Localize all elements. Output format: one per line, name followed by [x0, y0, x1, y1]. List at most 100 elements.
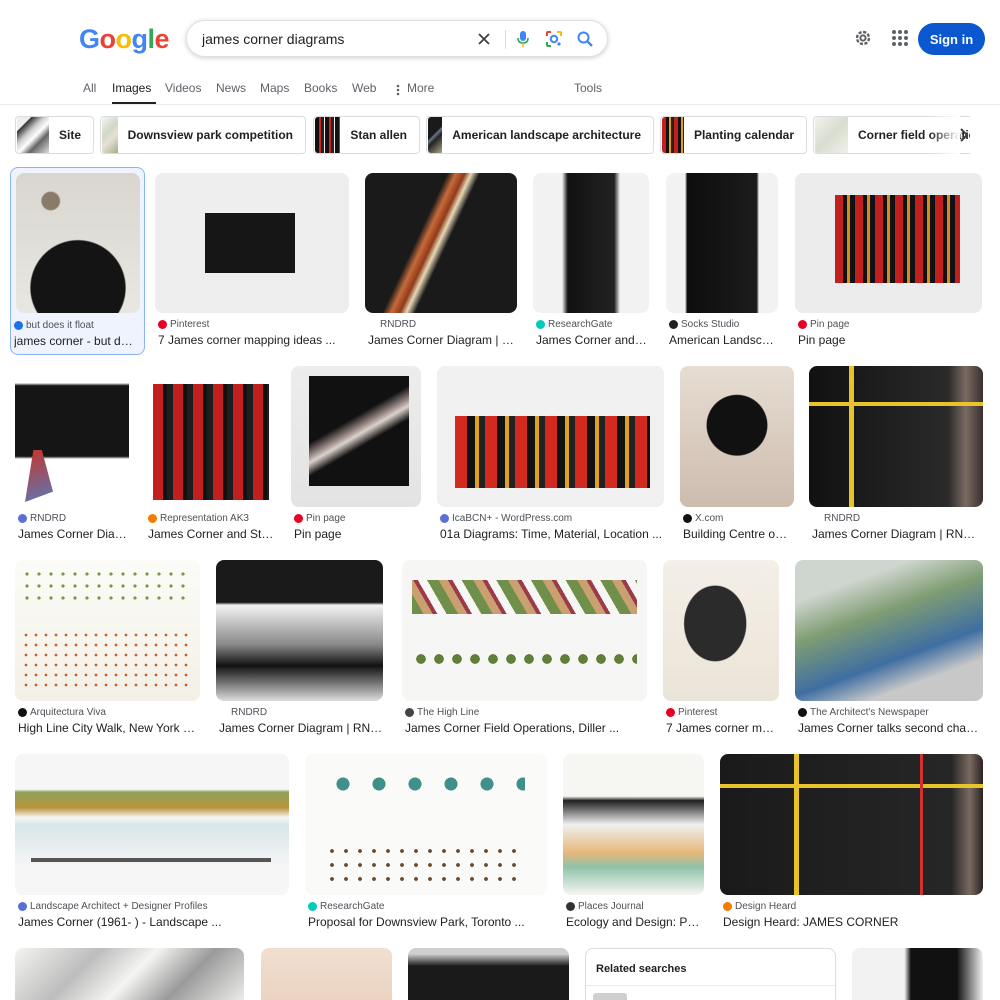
image-result[interactable]	[852, 948, 983, 1000]
thumbnail-figure	[325, 844, 525, 884]
camera-lens-icon[interactable]	[544, 29, 564, 49]
chip-label: American landscape architecture	[452, 128, 641, 142]
tools-button[interactable]: Tools	[574, 80, 602, 104]
result-title[interactable]: James Corner Field Operations, Diller ..…	[405, 721, 645, 735]
chip-planting-calendar[interactable]: Planting calendar	[660, 116, 807, 154]
result-title[interactable]: Building Centre on ...	[683, 527, 791, 541]
gear-icon[interactable]	[853, 28, 873, 48]
result-title[interactable]: Ecology and Design: Parallel ...	[566, 915, 702, 929]
result-thumbnail	[15, 948, 244, 1000]
chip-stan-allen[interactable]: Stan allen	[313, 116, 420, 154]
result-title[interactable]: James Corner talks second chances ...	[798, 721, 980, 735]
image-result[interactable]: X.com Building Centre on ...	[680, 366, 795, 546]
result-title[interactable]: James Corner Diagram | RNDRD	[812, 527, 982, 541]
favicon	[798, 320, 807, 329]
image-result[interactable]: ResearchGate Proposal for Downsview Park…	[305, 754, 548, 934]
tab-all[interactable]: All	[83, 80, 96, 104]
search-icon[interactable]	[575, 29, 595, 49]
result-title[interactable]: High Line City Walk, New York - Diller .…	[18, 721, 198, 735]
result-title[interactable]: Proposal for Downsview Park, Toronto ...	[308, 915, 546, 929]
chip-site[interactable]: Site	[15, 116, 94, 154]
tab-web[interactable]: Web	[352, 80, 376, 104]
image-result[interactable]: Pinterest 7 James corner mapping ...	[663, 560, 780, 740]
source-label: Landscape Architect + Designer Profiles	[30, 901, 208, 912]
result-title[interactable]: James Corner Diagram ...	[18, 527, 128, 541]
result-title[interactable]: Pin page	[294, 527, 422, 541]
image-result[interactable]: Socks Studio American Landscape ...	[666, 173, 779, 353]
tab-maps[interactable]: Maps	[260, 80, 289, 104]
microphone-icon[interactable]	[513, 29, 533, 49]
result-title[interactable]: james corner - but does it float	[14, 334, 139, 348]
image-result[interactable]: The High Line James Corner Field Operati…	[402, 560, 648, 740]
image-result[interactable]: Places Journal Ecology and Design: Paral…	[563, 754, 704, 934]
source-label: ResearchGate	[548, 319, 613, 330]
result-title[interactable]: 01a Diagrams: Time, Material, Location .…	[440, 527, 665, 541]
google-logo[interactable]: Google	[79, 24, 170, 55]
result-source: Pinterest	[158, 319, 348, 330]
tab-news[interactable]: News	[216, 80, 246, 104]
image-result[interactable]	[261, 948, 393, 1000]
clear-icon[interactable]	[474, 29, 494, 49]
image-result[interactable]: RNDRD James Corner Diagram ...	[15, 366, 129, 546]
result-thumbnail	[533, 173, 649, 313]
chip-thumbnail	[102, 117, 118, 153]
image-result[interactable]: IcaBCN+ - WordPress.com 01a Diagrams: Ti…	[437, 366, 665, 546]
tab-more[interactable]: More	[407, 80, 434, 104]
result-title[interactable]: 7 James corner mapping ...	[666, 721, 779, 735]
image-result[interactable]: Pinterest 7 James corner mapping ideas .…	[155, 173, 350, 353]
result-title[interactable]: James Corner and Alex MacLean ...	[536, 333, 648, 347]
chip-label: Downsview park competition	[127, 128, 293, 142]
logo-letter: g	[131, 24, 149, 54]
result-thumbnail	[402, 560, 647, 701]
favicon	[666, 708, 675, 717]
image-result[interactable]: Landscape Architect + Designer Profiles …	[15, 754, 290, 934]
result-title[interactable]: Pin page	[798, 333, 983, 347]
chip-american-landscape[interactable]: American landscape architecture	[426, 116, 654, 154]
tab-images[interactable]: Images	[112, 80, 156, 104]
search-box	[186, 20, 608, 57]
thumbnail-figure	[325, 766, 525, 806]
image-result[interactable]: RNDRD James Corner Diagram | RNDRD	[809, 366, 983, 546]
result-title[interactable]: James Corner Diagram | RNDRD	[219, 721, 384, 735]
result-title[interactable]: James Corner (1961- ) - Landscape ...	[18, 915, 286, 929]
result-source: Socks Studio	[669, 319, 779, 330]
image-result[interactable]: Design Heard Design Heard: JAMES CORNER	[720, 754, 983, 934]
result-source: Places Journal	[566, 901, 704, 912]
result-title[interactable]: James Corner and Stan ...	[148, 527, 276, 541]
chevron-right-icon[interactable]	[955, 124, 973, 146]
source-label: X.com	[695, 513, 724, 524]
image-result[interactable]: Arquitectura Viva High Line City Walk, N…	[15, 560, 201, 740]
source-label: ResearchGate	[320, 901, 385, 912]
chip-downsview[interactable]: Downsview park competition	[100, 116, 306, 154]
image-result[interactable]: Pin page Pin page	[291, 366, 422, 546]
apps-grid-icon[interactable]	[890, 28, 910, 48]
thumbnail-figure	[153, 384, 269, 500]
result-source: Pin page	[294, 513, 422, 524]
result-title[interactable]: James Corner Diagram | RNDRD	[368, 333, 514, 347]
search-input[interactable]	[202, 29, 462, 49]
result-source: Pin page	[798, 319, 983, 330]
image-result[interactable]: The Architect's Newspaper James Corner t…	[795, 560, 983, 740]
result-thumbnail	[437, 366, 664, 507]
more-vertical-icon[interactable]	[396, 83, 400, 96]
sign-in-button[interactable]: Sign in	[918, 23, 985, 55]
image-result[interactable]: RNDRD James Corner Diagram | RNDRD	[216, 560, 384, 740]
tab-books[interactable]: Books	[304, 80, 337, 104]
image-result[interactable]: ResearchGate James Corner and Alex MacLe…	[533, 173, 650, 353]
image-result[interactable]: RNDRD James Corner Diagram | RNDRD	[365, 173, 518, 353]
result-source: RNDRD	[219, 707, 384, 718]
favicon	[148, 514, 157, 523]
source-label: Places Journal	[578, 901, 644, 912]
image-result[interactable]: Representation AK3 James Corner and Stan…	[145, 366, 276, 546]
image-result[interactable]: Pin page Pin page	[795, 173, 983, 353]
tab-videos[interactable]: Videos	[165, 80, 201, 104]
result-title[interactable]: American Landscape ...	[669, 333, 777, 347]
image-result[interactable]	[408, 948, 570, 1000]
related-thumbnail[interactable]	[593, 993, 627, 1000]
result-title[interactable]: Design Heard: JAMES CORNER	[723, 915, 981, 929]
favicon	[798, 708, 807, 717]
result-title[interactable]: 7 James corner mapping ideas ...	[158, 333, 348, 347]
chip-thumbnail	[17, 117, 49, 153]
image-result[interactable]	[15, 948, 245, 1000]
image-result[interactable]: but does it float james corner - but doe…	[10, 167, 145, 355]
